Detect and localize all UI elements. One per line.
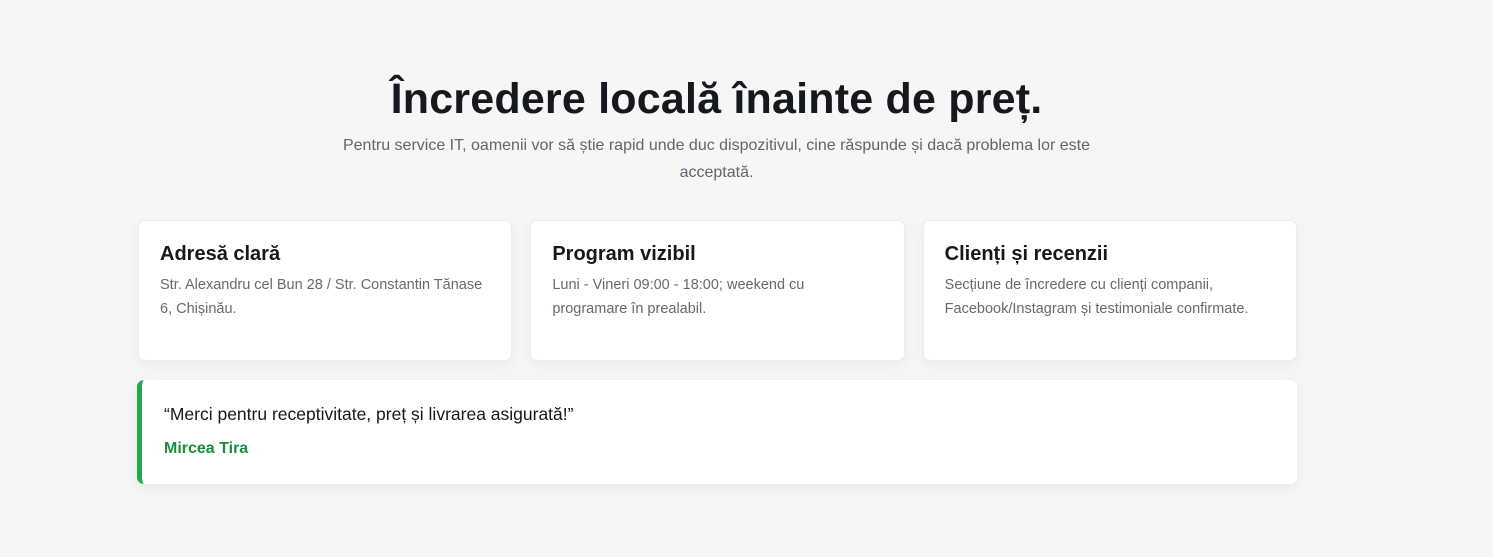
testimonial-card: “Merci pentru receptivitate, preț și liv…	[137, 380, 1297, 484]
card-address: Adresă clară Str. Alexandru cel Bun 28 /…	[138, 220, 513, 361]
section-subtitle: Pentru service IT, oamenii vor să știe r…	[342, 137, 1091, 181]
card-title: Adresă clară	[160, 243, 281, 265]
testimonial-author: Mircea Tira	[164, 440, 249, 457]
card-title: Clienți și recenzii	[944, 243, 1109, 265]
trust-section: Încredere locală înainte de preț. Pentru…	[0, 0, 1493, 557]
section-title: Încredere locală înainte de preț.	[390, 75, 1043, 123]
card-text: Secțiune de încredere cu clienți compani…	[944, 277, 1249, 317]
card-schedule: Program vizibil Luni - Vineri 09:00 - 18…	[530, 220, 905, 361]
trust-cards: Adresă clară Str. Alexandru cel Bun 28 /…	[138, 220, 1297, 361]
section-header: Încredere locală înainte de preț. Pentru…	[0, 72, 1493, 186]
card-reviews: Clienți și recenzii Secțiune de încreder…	[922, 220, 1297, 361]
testimonial-quote: “Merci pentru receptivitate, preț și liv…	[164, 404, 574, 424]
card-text: Luni - Vineri 09:00 - 18:00; weekend cu …	[552, 277, 805, 317]
card-title: Program vizibil	[552, 243, 696, 265]
card-text: Str. Alexandru cel Bun 28 / Str. Constan…	[160, 277, 483, 317]
